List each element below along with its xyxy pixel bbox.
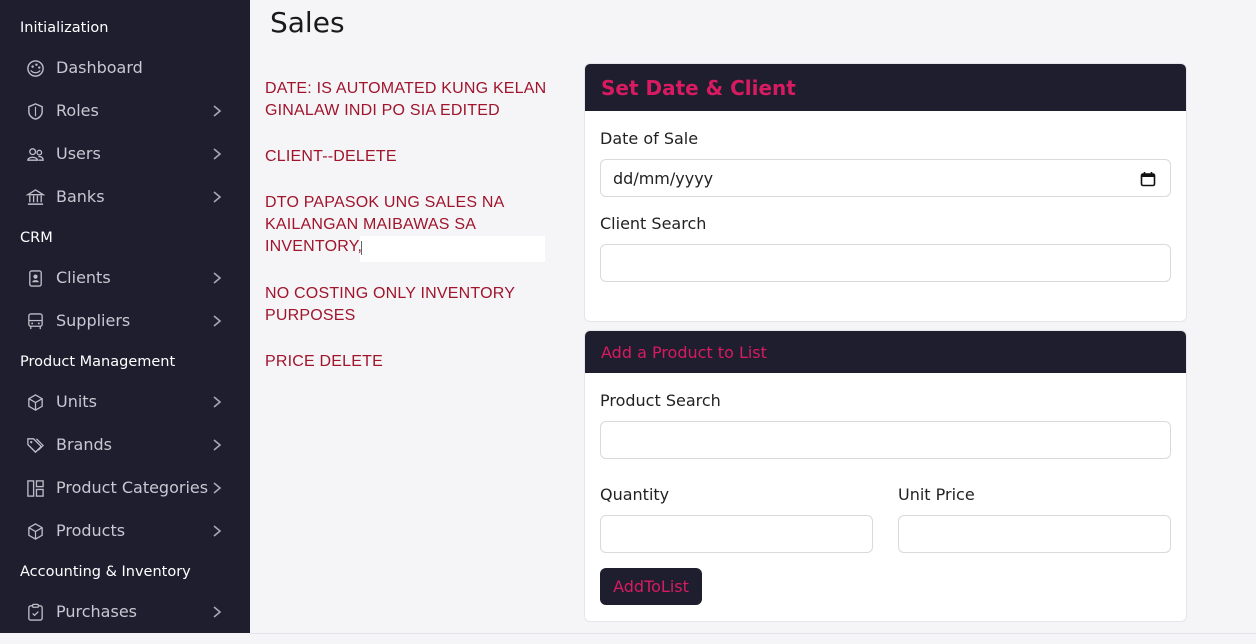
quantity-label: Quantity	[600, 485, 670, 504]
box-icon	[28, 394, 43, 411]
sidebar-item-banks[interactable]: Banks	[0, 179, 250, 215]
product-search-input[interactable]	[600, 421, 1171, 459]
contact-badge-icon	[29, 270, 42, 287]
sidebar-item-label: Roles	[56, 101, 99, 120]
chevron-right-icon	[213, 482, 222, 494]
sidebar-item-brands[interactable]: Brands	[0, 427, 250, 463]
note-sales: DTO PAPASOK UNG SALES NA KAILANGAN MAIBA…	[265, 192, 505, 258]
sidebar-item-product-categories[interactable]: Product Categories	[0, 470, 250, 506]
sidebar-item-label: Users	[56, 144, 101, 163]
note-line: CLIENT--DELETE	[265, 148, 397, 165]
bank-icon	[26, 189, 45, 205]
product-search-label: Product Search	[600, 391, 721, 410]
grid-icon	[27, 480, 44, 497]
date-of-sale-label: Date of Sale	[600, 129, 699, 148]
note-line: INVENTORY,	[265, 238, 363, 255]
sidebar-item-label: Purchases	[56, 602, 137, 621]
chevron-right-icon	[213, 606, 222, 618]
footer-divider	[250, 633, 1256, 634]
sidebar-item-purchases[interactable]: Purchases	[0, 594, 250, 630]
note-line: PRICE DELETE	[265, 353, 383, 370]
note-line: GINALAW INDI PO SIA EDITED	[265, 102, 500, 119]
sidebar-section-product-management: Product Management	[20, 354, 176, 370]
unit-price-label: Unit Price	[898, 485, 975, 504]
sidebar-item-dashboard[interactable]: Dashboard	[0, 50, 250, 86]
card-header: Set Date & Client	[585, 64, 1186, 111]
chevron-right-icon	[213, 439, 222, 451]
quantity-input[interactable]	[600, 515, 873, 553]
sidebar-item-label: Units	[56, 392, 97, 411]
palette-icon	[27, 60, 44, 77]
chevron-right-icon	[213, 272, 222, 284]
note-date: DATE: IS AUTOMATED KUNG KELAN GINALAW IN…	[265, 78, 546, 122]
sidebar-item-suppliers[interactable]: Suppliers	[0, 303, 250, 339]
chevron-right-icon	[213, 525, 222, 537]
client-search-label: Client Search	[600, 214, 707, 233]
sidebar-item-products[interactable]: Products	[0, 513, 250, 549]
chevron-right-icon	[213, 191, 222, 203]
shield-icon	[28, 103, 43, 120]
users-icon	[27, 148, 44, 161]
bus-icon	[28, 313, 43, 330]
sidebar-item-label: Dashboard	[56, 58, 143, 77]
note-line: PURPOSES	[265, 307, 356, 324]
client-search-input[interactable]	[600, 244, 1171, 282]
chevron-right-icon	[213, 396, 222, 408]
sidebar-item-label: Banks	[56, 187, 105, 206]
sidebar-section-crm: CRM	[20, 230, 53, 246]
note-line: NO COSTING ONLY INVENTORY	[265, 285, 516, 302]
sidebar: Initialization Dashboard Roles Users Ban…	[0, 0, 250, 633]
unit-price-input[interactable]	[898, 515, 1171, 553]
date-placeholder: dd/mm/yyyy	[613, 169, 714, 188]
note-costing: NO COSTING ONLY INVENTORY PURPOSES	[265, 283, 515, 327]
note-line: DATE: IS AUTOMATED KUNG KELAN	[265, 80, 547, 97]
sidebar-item-clients[interactable]: Clients	[0, 260, 250, 296]
sidebar-item-label: Products	[56, 521, 126, 540]
sidebar-item-label: Product Categories	[56, 478, 209, 497]
add-to-list-button[interactable]: AddToList	[600, 568, 702, 605]
note-line: KAILANGAN MAIBAWAS SA	[265, 216, 477, 233]
sidebar-item-label: Suppliers	[56, 311, 131, 330]
sidebar-item-units[interactable]: Units	[0, 384, 250, 420]
chevron-right-icon	[213, 315, 222, 327]
sidebar-item-users[interactable]: Users	[0, 136, 250, 172]
note-line: DTO PAPASOK UNG SALES NA	[265, 194, 505, 211]
sidebar-item-label: Clients	[56, 268, 111, 287]
chevron-right-icon	[213, 105, 222, 117]
chevron-right-icon	[213, 148, 222, 160]
calendar-icon[interactable]	[1140, 171, 1156, 187]
text-caret	[361, 241, 362, 255]
sidebar-section-initialization: Initialization	[20, 20, 109, 36]
sidebar-item-label: Brands	[56, 435, 112, 454]
box-icon	[28, 523, 43, 540]
card-header: Add a Product to List	[585, 331, 1186, 373]
clipboard-icon	[28, 603, 43, 621]
sidebar-section-accounting-inventory: Accounting & Inventory	[20, 564, 191, 580]
note-client: CLIENT--DELETE	[265, 146, 397, 168]
sidebar-item-roles[interactable]: Roles	[0, 93, 250, 129]
page-title: Sales	[270, 6, 345, 39]
note-price: PRICE DELETE	[265, 351, 383, 373]
date-of-sale-input[interactable]: dd/mm/yyyy	[600, 159, 1171, 197]
tags-icon	[27, 438, 44, 454]
